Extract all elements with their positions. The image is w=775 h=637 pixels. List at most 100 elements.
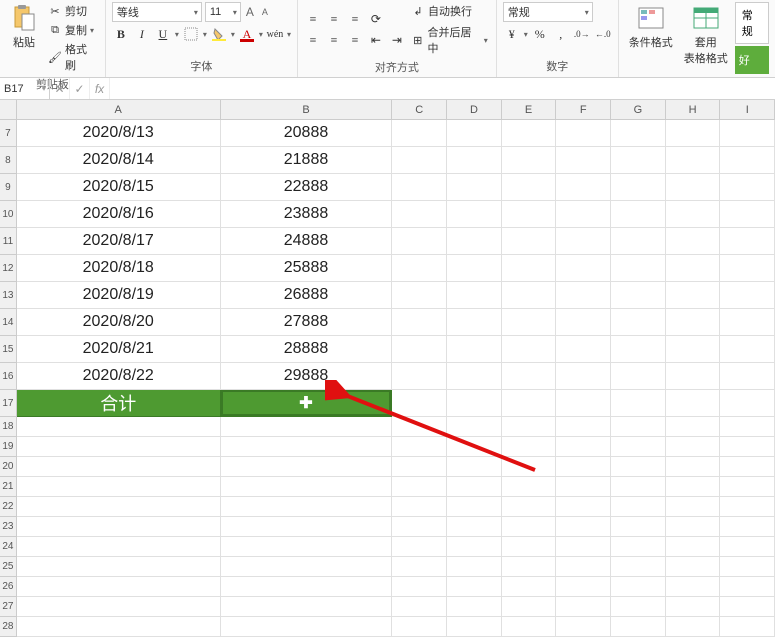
cell[interactable]: 2020/8/18	[17, 255, 221, 282]
row-header[interactable]: 22	[0, 497, 17, 517]
align-center-icon[interactable]: ≡	[325, 31, 343, 49]
cell[interactable]	[392, 577, 447, 597]
cell[interactable]	[556, 201, 611, 228]
cell[interactable]	[666, 437, 721, 457]
cell[interactable]	[447, 255, 502, 282]
cell[interactable]	[666, 537, 721, 557]
col-header[interactable]: B	[221, 100, 393, 120]
cell[interactable]	[502, 437, 557, 457]
row-header[interactable]: 24	[0, 537, 17, 557]
cell[interactable]	[666, 147, 721, 174]
cell[interactable]	[611, 437, 666, 457]
cell[interactable]	[392, 537, 447, 557]
cell[interactable]	[447, 617, 502, 637]
cell[interactable]	[221, 617, 393, 637]
name-box[interactable]: B17	[0, 78, 50, 99]
cell[interactable]	[611, 617, 666, 637]
cell[interactable]	[666, 417, 721, 437]
cell[interactable]	[611, 147, 666, 174]
cell[interactable]	[221, 537, 393, 557]
cell[interactable]	[392, 437, 447, 457]
cell[interactable]	[666, 255, 721, 282]
cell[interactable]	[556, 417, 611, 437]
cell-total-label[interactable]: 合计	[17, 390, 221, 417]
cell[interactable]	[666, 363, 721, 390]
cell[interactable]: 21888	[221, 147, 393, 174]
cell[interactable]	[556, 517, 611, 537]
cell[interactable]	[611, 517, 666, 537]
cell[interactable]	[392, 477, 447, 497]
cell[interactable]	[447, 597, 502, 617]
cell[interactable]	[502, 617, 557, 637]
chevron-down-icon[interactable]: ▾	[259, 30, 263, 39]
col-header[interactable]: D	[447, 100, 502, 120]
cell[interactable]	[611, 336, 666, 363]
cell[interactable]	[556, 255, 611, 282]
fx-button[interactable]: fx	[90, 78, 110, 99]
cell[interactable]	[502, 201, 557, 228]
row-header[interactable]: 20	[0, 457, 17, 477]
cell[interactable]	[611, 228, 666, 255]
cell[interactable]	[447, 174, 502, 201]
cell[interactable]: 26888	[221, 282, 393, 309]
cell[interactable]	[611, 457, 666, 477]
chevron-down-icon[interactable]: ▾	[175, 30, 179, 39]
cell[interactable]: 2020/8/14	[17, 147, 221, 174]
cell[interactable]	[556, 457, 611, 477]
cell[interactable]	[720, 147, 775, 174]
cell[interactable]	[556, 282, 611, 309]
font-name-combo[interactable]: 等线	[112, 2, 202, 22]
font-color-button[interactable]: A	[238, 25, 256, 43]
cell[interactable]	[392, 120, 447, 147]
col-header[interactable]: A	[17, 100, 221, 120]
cell[interactable]	[720, 557, 775, 577]
cell[interactable]	[447, 457, 502, 477]
cell[interactable]	[17, 597, 221, 617]
merge-center-button[interactable]: ⊞ 合并后居中 ▾	[409, 23, 490, 57]
cell[interactable]	[611, 477, 666, 497]
cell[interactable]	[556, 557, 611, 577]
cell[interactable]	[502, 228, 557, 255]
cell[interactable]	[720, 577, 775, 597]
row-header[interactable]: 15	[0, 336, 17, 363]
italic-button[interactable]: I	[133, 25, 151, 43]
cell[interactable]	[502, 174, 557, 201]
cell[interactable]	[720, 437, 775, 457]
decrease-font-icon[interactable]: A	[259, 6, 271, 18]
align-bottom-icon[interactable]: ≡	[346, 10, 364, 28]
chevron-down-icon[interactable]: ▾	[287, 30, 291, 39]
cell[interactable]	[666, 309, 721, 336]
row-header[interactable]: 17	[0, 390, 17, 417]
cell[interactable]	[611, 255, 666, 282]
cell[interactable]	[392, 557, 447, 577]
cell[interactable]	[556, 147, 611, 174]
row-header[interactable]: 18	[0, 417, 17, 437]
cell[interactable]	[502, 390, 557, 417]
cell[interactable]	[447, 417, 502, 437]
cell[interactable]	[611, 282, 666, 309]
cell[interactable]	[447, 282, 502, 309]
chevron-down-icon[interactable]: ▾	[231, 30, 235, 39]
cell[interactable]	[556, 477, 611, 497]
cell[interactable]	[502, 282, 557, 309]
cell[interactable]	[392, 282, 447, 309]
cell[interactable]	[221, 557, 393, 577]
cell[interactable]	[447, 309, 502, 336]
cell[interactable]	[556, 228, 611, 255]
cell-selected[interactable]: ✚	[221, 390, 393, 417]
percent-button[interactable]: %	[531, 25, 549, 43]
cell[interactable]	[556, 597, 611, 617]
cell[interactable]	[17, 437, 221, 457]
cell[interactable]	[447, 577, 502, 597]
cell[interactable]	[666, 282, 721, 309]
cell[interactable]	[556, 617, 611, 637]
align-left-icon[interactable]: ≡	[304, 31, 322, 49]
cell[interactable]	[221, 417, 393, 437]
cell[interactable]	[720, 282, 775, 309]
cell[interactable]	[720, 120, 775, 147]
align-right-icon[interactable]: ≡	[346, 31, 364, 49]
cell[interactable]	[221, 577, 393, 597]
cell[interactable]: 2020/8/20	[17, 309, 221, 336]
bold-button[interactable]: B	[112, 25, 130, 43]
cell[interactable]	[556, 174, 611, 201]
